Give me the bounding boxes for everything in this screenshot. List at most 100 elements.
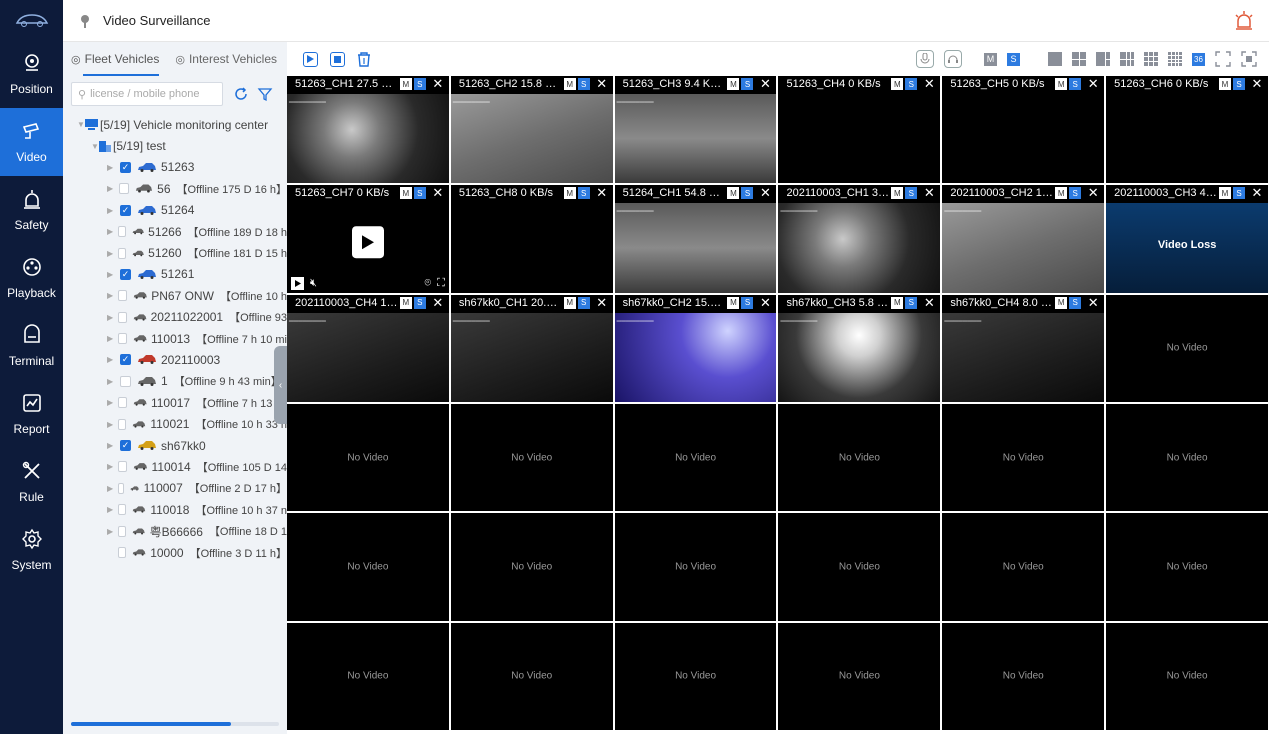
video-cell[interactable]: 51263_CH1 27.5 KB/s M S ✕ ▁▁▁▁▁▁▁▁ <box>287 76 449 184</box>
chevron-right-icon[interactable]: ▶ <box>107 313 113 322</box>
video-cell[interactable]: 202110003_CH1 36.... M S ✕ ▁▁▁▁▁▁▁▁ <box>778 185 941 293</box>
vehicle-checkbox[interactable] <box>118 525 127 537</box>
vehicle-row[interactable]: ▶ 110014 【Offline 105 D 14 <box>63 456 287 477</box>
sub-stream-toggle[interactable]: S <box>577 296 590 309</box>
main-stream-toggle[interactable]: M <box>399 296 412 309</box>
vehicle-row[interactable]: ▶ ✓ 51264 <box>63 200 287 221</box>
vehicle-checkbox[interactable] <box>118 418 127 430</box>
vehicle-checkbox[interactable] <box>118 482 125 494</box>
main-stream-toggle[interactable]: M <box>891 78 904 90</box>
filter-icon[interactable] <box>257 86 273 102</box>
vehicle-checkbox[interactable] <box>118 397 127 409</box>
sub-stream-toggle[interactable]: S <box>577 78 590 90</box>
vehicle-row[interactable]: ▶ ✓ sh67kk0 <box>63 435 287 456</box>
video-cell[interactable]: No Video <box>614 513 777 621</box>
mute-icon[interactable]: 🔇︎ <box>310 277 317 291</box>
vehicle-row[interactable]: ▶ ✓ 51261 <box>63 264 287 285</box>
sub-stream-toggle[interactable]: S <box>741 78 754 90</box>
video-cell[interactable]: No Video <box>1106 404 1268 512</box>
stop-all-button[interactable] <box>330 51 345 67</box>
vehicle-checkbox[interactable] <box>118 333 127 345</box>
chevron-right-icon[interactable]: ▶ <box>107 484 113 493</box>
main-stream-toggle[interactable]: M <box>563 78 576 90</box>
close-icon[interactable]: ✕ <box>430 295 446 311</box>
layout-16-icon[interactable] <box>1168 52 1182 66</box>
close-icon[interactable]: ✕ <box>594 185 610 201</box>
vehicle-checkbox[interactable] <box>118 226 126 238</box>
video-cell[interactable]: No Video <box>778 404 941 512</box>
close-icon[interactable]: ✕ <box>1249 76 1265 92</box>
vehicle-row[interactable]: ▶ 110021 【Offline 10 h 33 n <box>63 413 287 434</box>
chevron-right-icon[interactable]: ▶ <box>107 270 115 279</box>
nav-item-rule[interactable]: Rule <box>0 448 63 516</box>
chevron-right-icon[interactable]: ▶ <box>107 398 113 407</box>
vehicle-checkbox[interactable]: ✓ <box>120 440 131 452</box>
play-button[interactable] <box>351 226 384 259</box>
main-stream-toggle[interactable]: M <box>727 296 740 309</box>
sub-stream-toggle[interactable]: S <box>1007 52 1020 66</box>
video-cell[interactable]: No Video <box>1106 513 1268 621</box>
video-cell[interactable]: No Video <box>450 513 613 621</box>
vehicle-row[interactable]: ▶ 51266 【Offline 189 D 18 h <box>63 221 287 242</box>
layout-8-icon[interactable] <box>1120 52 1134 66</box>
vehicle-checkbox[interactable] <box>120 375 131 387</box>
layout-9-icon[interactable] <box>1144 52 1158 66</box>
main-stream-toggle[interactable]: M <box>891 187 904 200</box>
nav-item-terminal[interactable]: Terminal <box>0 312 63 380</box>
video-cell[interactable]: No Video <box>614 404 777 512</box>
main-stream-toggle[interactable]: M <box>891 296 904 309</box>
video-cell[interactable]: 51263_CH8 0 KB/s M S ✕ <box>450 185 613 293</box>
refresh-icon[interactable] <box>233 86 249 102</box>
close-icon[interactable]: ✕ <box>594 295 610 311</box>
chevron-right-icon[interactable]: ▶ <box>107 291 113 300</box>
video-cell[interactable]: No Video <box>942 622 1105 730</box>
chevron-right-icon[interactable]: ▶ <box>107 206 115 215</box>
tree-group[interactable]: ▼ [5/19] test <box>63 135 287 156</box>
vehicle-checkbox[interactable]: ✓ <box>120 354 131 366</box>
close-icon[interactable]: ✕ <box>1085 76 1101 92</box>
sub-stream-toggle[interactable]: S <box>905 296 918 309</box>
sub-stream-toggle[interactable]: S <box>413 187 426 200</box>
video-cell[interactable]: 51263_CH5 0 KB/s M S ✕ <box>942 76 1105 184</box>
main-stream-toggle[interactable]: M <box>727 187 740 200</box>
close-icon[interactable]: ✕ <box>430 185 446 201</box>
chevron-right-icon[interactable]: ▶ <box>107 184 114 193</box>
vehicle-row[interactable]: ▶ 110017 【Offline 7 h 13 mi <box>63 392 287 413</box>
chevron-right-icon[interactable]: ▶ <box>107 227 113 236</box>
chevron-right-icon[interactable]: ▶ <box>107 420 113 429</box>
layout-6-icon[interactable] <box>1096 52 1110 66</box>
vehicle-checkbox[interactable] <box>118 247 126 259</box>
video-cell[interactable]: No Video <box>450 622 613 730</box>
chevron-right-icon[interactable]: ▶ <box>107 441 115 450</box>
layout-36-button[interactable]: 36 <box>1192 52 1205 66</box>
video-cell[interactable]: 202110003_CH4 13.... M S ✕ ▁▁▁▁▁▁▁▁ <box>287 294 449 402</box>
video-cell[interactable]: 51263_CH2 15.8 KB/s M S ✕ ▁▁▁▁▁▁▁▁ <box>450 76 613 184</box>
vehicle-checkbox[interactable] <box>118 461 127 473</box>
vehicle-checkbox[interactable]: ✓ <box>120 161 131 173</box>
intercom-button[interactable] <box>944 50 962 68</box>
main-stream-toggle[interactable]: M <box>1218 187 1231 200</box>
video-cell[interactable]: No Video <box>287 404 449 512</box>
play-all-button[interactable] <box>303 51 318 67</box>
fullscreen-icon[interactable]: ⛶ <box>437 277 445 291</box>
video-cell[interactable]: 202110003_CH3 4.4 ... M S ✕ Video Loss <box>1106 185 1268 293</box>
chevron-right-icon[interactable]: ▶ <box>107 334 113 343</box>
close-icon[interactable]: ✕ <box>1249 185 1265 201</box>
main-stream-toggle[interactable]: M <box>727 78 740 90</box>
play-icon[interactable] <box>291 276 304 290</box>
main-stream-toggle[interactable]: M <box>1055 296 1068 309</box>
collapse-panel-button[interactable]: ‹ <box>274 346 287 424</box>
video-cell[interactable]: 51263_CH7 0 KB/s M S ✕ 🔇︎ ⌾ ⛶ <box>287 185 449 293</box>
nav-item-report[interactable]: Report <box>0 380 63 448</box>
scrollbar-thumb[interactable] <box>71 722 231 726</box>
chevron-down-icon[interactable]: ▼ <box>77 120 85 129</box>
chevron-right-icon[interactable]: ▶ <box>107 505 113 514</box>
vehicle-row[interactable]: ▶ 56 【Offline 175 D 16 h】 <box>63 178 287 199</box>
video-cell[interactable]: 202110003_CH2 14.... M S ✕ ▁▁▁▁▁▁▁▁ <box>942 185 1105 293</box>
vehicle-checkbox[interactable] <box>117 547 127 558</box>
sub-stream-toggle[interactable]: S <box>905 78 918 90</box>
main-stream-toggle[interactable]: M <box>399 187 412 200</box>
close-icon[interactable]: ✕ <box>921 295 937 311</box>
main-stream-toggle[interactable]: M <box>563 187 576 200</box>
video-cell[interactable]: 51263_CH3 9.4 KB/s M S ✕ ▁▁▁▁▁▁▁▁ <box>614 76 777 184</box>
